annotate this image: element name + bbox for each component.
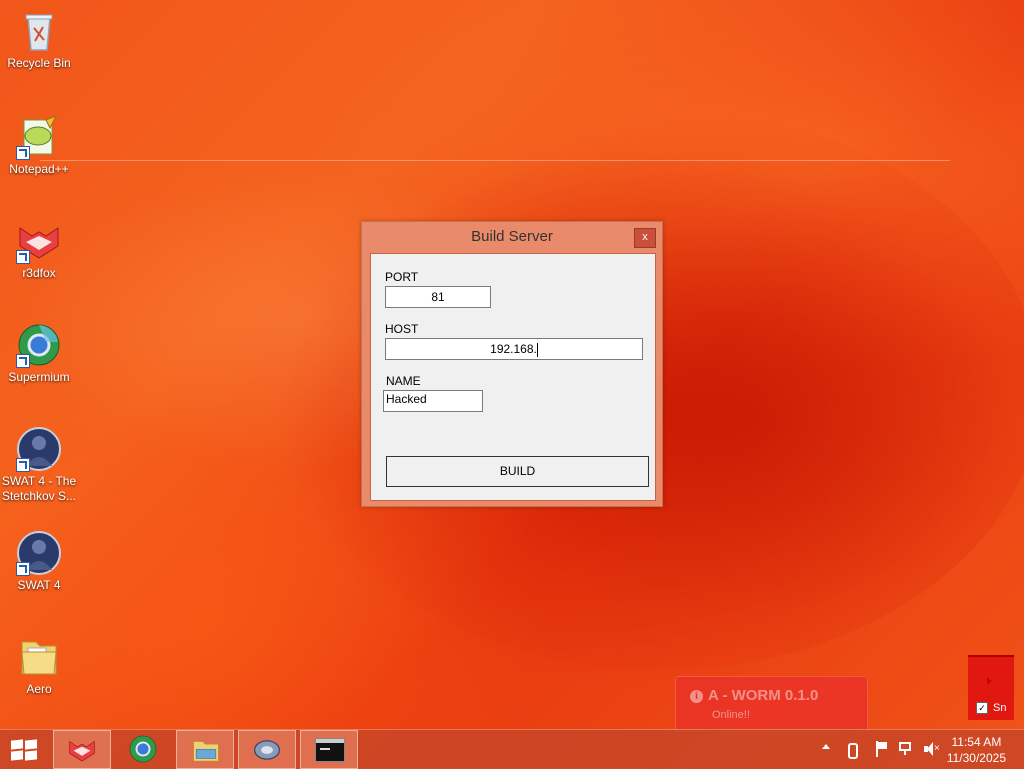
folder-icon <box>16 634 62 680</box>
taskbar-supermium[interactable] <box>114 730 172 769</box>
tray-overflow-icon[interactable] <box>822 744 830 749</box>
taskbar-command-prompt[interactable] <box>300 730 358 769</box>
shortcut-arrow-icon <box>16 354 30 368</box>
text-cursor <box>536 342 538 357</box>
supermium-icon <box>129 735 157 763</box>
volume-muted-icon[interactable]: × <box>924 742 940 756</box>
terminal-icon <box>315 738 345 762</box>
clock-time: 11:54 AM <box>951 735 1002 749</box>
port-input[interactable]: 81 <box>385 286 491 308</box>
r3dfox-icon <box>69 740 95 762</box>
desktop-icon-label: Aero <box>26 682 52 696</box>
taskbar-r3dfox[interactable] <box>53 730 111 769</box>
desktop-icon-swat4-stetchkov[interactable]: SWAT 4 - The Stetchkov S... <box>0 422 78 504</box>
desktop-icon-aero[interactable]: Aero <box>0 630 78 697</box>
wallpaper-line <box>40 160 950 161</box>
desktop-icon-label: Supermium <box>8 370 70 384</box>
desktop-icon-supermium[interactable]: Supermium <box>0 318 78 385</box>
dialog-title: Build Server <box>471 228 553 245</box>
info-icon: i <box>690 690 703 703</box>
supermium-icon <box>16 322 62 368</box>
swat4-icon <box>16 530 62 576</box>
r3dfox-icon <box>16 218 62 264</box>
play-icon[interactable] <box>987 677 992 685</box>
name-input[interactable]: Hacked <box>383 390 483 412</box>
shortcut-arrow-icon <box>16 250 30 264</box>
notification-status: Online!! <box>712 709 750 721</box>
tray-app-icon[interactable] <box>845 740 858 760</box>
checkbox[interactable]: ✓ <box>976 702 988 714</box>
shortcut-arrow-icon <box>16 562 30 576</box>
host-input[interactable]: 192.168. <box>385 338 643 360</box>
build-button[interactable]: BUILD <box>386 456 649 487</box>
notepadpp-icon <box>16 114 62 160</box>
desktop-icon-label: Recycle Bin <box>7 56 71 70</box>
host-value: 192.168. <box>490 342 537 356</box>
taskbar-app[interactable] <box>238 730 296 769</box>
app-icon <box>253 740 281 760</box>
shortcut-arrow-icon <box>16 146 30 160</box>
swat4-icon <box>16 426 62 472</box>
taskbar-clock[interactable]: 11:54 AM 11/30/2025 <box>947 734 1006 766</box>
tray-notification[interactable]: i A - WORM 0.1.0 Online!! <box>675 676 868 738</box>
build-server-dialog: Build Server x PORT 81 HOST 192.168. NAM… <box>361 221 663 507</box>
dialog-body: PORT 81 HOST 192.168. NAME Hacked BUILD <box>370 253 656 501</box>
side-panel: ✓ Sn <box>968 655 1014 720</box>
desktop-icon-swat4[interactable]: SWAT 4 <box>0 526 78 593</box>
shortcut-arrow-icon <box>16 458 30 472</box>
recycle-bin-icon <box>16 8 62 54</box>
action-center-flag-icon[interactable] <box>874 741 890 757</box>
taskbar: × 11:54 AM 11/30/2025 <box>0 729 1024 769</box>
desktop-icon-label: SWAT 4 <box>17 578 61 592</box>
port-label: PORT <box>385 270 419 284</box>
desktop-icon-label: Notepad++ <box>9 162 69 176</box>
desktop-icon-notepadpp[interactable]: Notepad++ <box>0 110 78 177</box>
clock-date: 11/30/2025 <box>946 751 1006 765</box>
desktop-icon-r3dfox[interactable]: r3dfox <box>0 214 78 281</box>
taskbar-file-explorer[interactable] <box>176 730 234 769</box>
desktop-icon-recycle-bin[interactable]: Recycle Bin <box>0 4 78 71</box>
start-button[interactable] <box>11 739 37 761</box>
desktop-icon-label: SWAT 4 - The Stetchkov S... <box>1 474 77 503</box>
name-label: NAME <box>386 374 421 388</box>
notification-title: A - WORM 0.1.0 <box>708 687 819 704</box>
host-label: HOST <box>385 322 419 336</box>
network-icon[interactable] <box>899 742 915 756</box>
desktop-icon-label: r3dfox <box>22 266 56 280</box>
close-button[interactable]: x <box>634 228 656 248</box>
folder-icon <box>193 741 219 762</box>
checkbox-label: Sn <box>993 702 1007 714</box>
